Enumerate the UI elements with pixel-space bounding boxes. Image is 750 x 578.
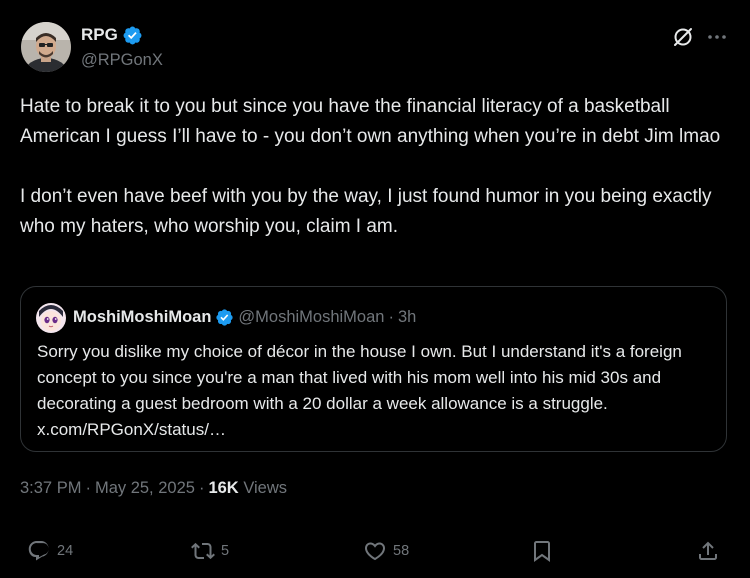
separator-dot: · bbox=[388, 308, 394, 326]
author-avatar[interactable] bbox=[21, 22, 71, 72]
tweet-time[interactable]: 3:37 PM bbox=[20, 477, 81, 499]
tweet-meta: 3:37 PM · May 25, 2025 · 16K Views bbox=[20, 477, 287, 499]
reply-button[interactable]: 24 bbox=[27, 539, 73, 563]
views-count: 16K bbox=[208, 479, 239, 497]
tweet-text: Hate to break it to you but since you ha… bbox=[20, 92, 725, 242]
author-handle[interactable]: @RPGonX bbox=[81, 49, 163, 71]
repost-icon bbox=[191, 539, 215, 563]
quoted-tweet-card[interactable]: MoshiMoshiMoan @MoshiMoshiMoan · 3h Sorr… bbox=[20, 286, 727, 452]
quoted-author-handle[interactable]: @MoshiMoshiMoan bbox=[238, 305, 384, 329]
quoted-tweet-text: Sorry you dislike my choice of décor in … bbox=[37, 342, 682, 439]
tweet-paragraph: Hate to break it to you but since you ha… bbox=[20, 96, 721, 147]
share-icon bbox=[696, 539, 720, 563]
like-button[interactable]: 58 bbox=[363, 539, 409, 563]
action-bar: 24 5 58 bbox=[0, 537, 750, 567]
bookmark-icon bbox=[530, 539, 554, 563]
reply-icon bbox=[27, 539, 51, 563]
tweet-paragraph: I don’t even have beef with you by the w… bbox=[20, 186, 717, 237]
author-name-row[interactable]: RPG bbox=[81, 23, 143, 47]
quoted-author-avatar[interactable] bbox=[36, 303, 66, 333]
separator-dot: · bbox=[198, 479, 205, 497]
grok-icon[interactable] bbox=[670, 24, 696, 50]
tweet-date[interactable]: May 25, 2025 bbox=[95, 477, 195, 499]
quoted-tweet-header: MoshiMoshiMoan @MoshiMoshiMoan · 3h bbox=[73, 305, 416, 329]
more-icon[interactable] bbox=[704, 24, 730, 50]
separator-dot: · bbox=[85, 479, 91, 497]
share-button[interactable] bbox=[696, 539, 720, 563]
verified-badge-icon bbox=[122, 25, 143, 46]
repost-button[interactable]: 5 bbox=[191, 539, 229, 563]
verified-badge-icon bbox=[215, 308, 234, 327]
like-icon bbox=[363, 539, 387, 563]
reply-count: 24 bbox=[57, 543, 74, 559]
quoted-author-name[interactable]: MoshiMoshiMoan bbox=[73, 305, 211, 329]
author-display-name[interactable]: RPG bbox=[81, 23, 118, 47]
views-label: Views bbox=[243, 479, 288, 497]
repost-count: 5 bbox=[221, 543, 230, 559]
like-count: 58 bbox=[393, 543, 410, 559]
quoted-tweet-time[interactable]: 3h bbox=[398, 305, 416, 329]
bookmark-button[interactable] bbox=[530, 539, 554, 563]
